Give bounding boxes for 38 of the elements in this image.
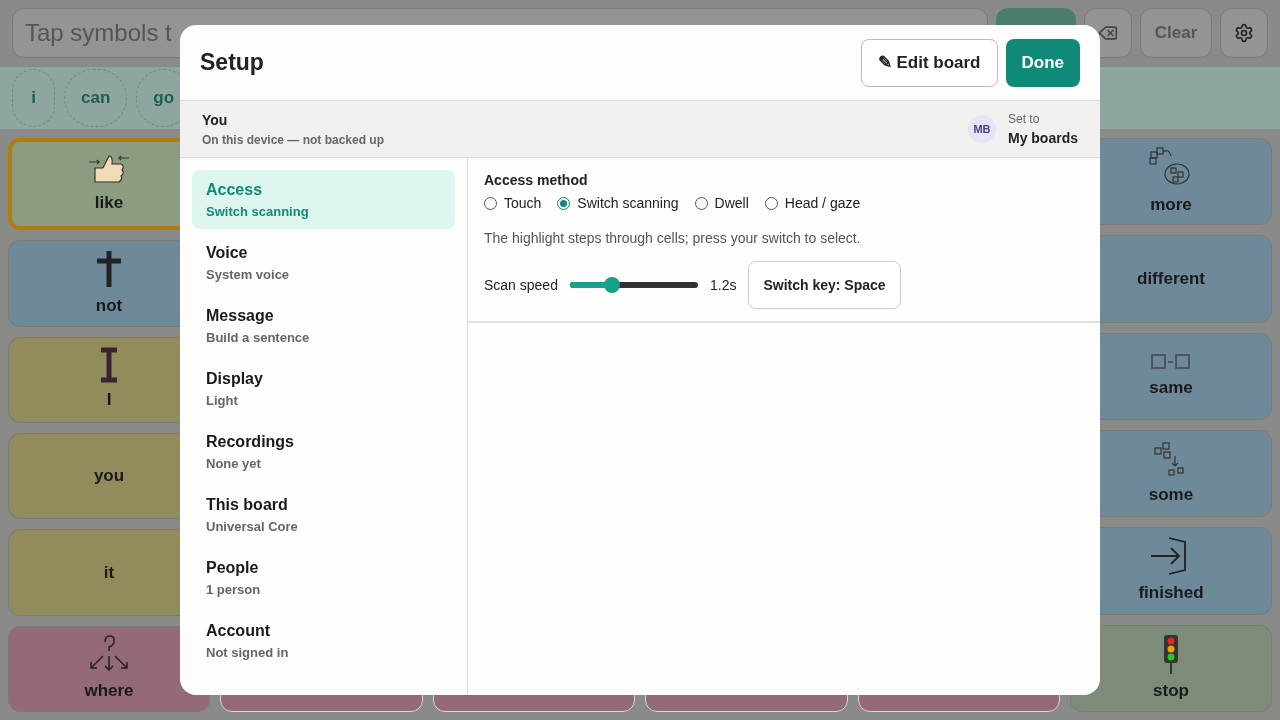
- clear-button[interactable]: Clear: [1140, 8, 1212, 58]
- cell-label: it: [103, 561, 115, 584]
- cell-label: not: [95, 294, 123, 317]
- cell-label: same: [1149, 376, 1193, 399]
- set-to-label: Set to: [1008, 110, 1041, 128]
- cell-label: some: [1148, 483, 1194, 506]
- cell-label: I: [106, 389, 112, 412]
- settings-button[interactable]: [1220, 8, 1268, 58]
- cell-label: finished: [1138, 582, 1204, 605]
- cross-icon: [95, 248, 123, 289]
- edit-board-button[interactable]: ✎ Edit board: [860, 38, 998, 87]
- settings-icon: [1234, 23, 1254, 43]
- cell-label: different: [1137, 268, 1205, 291]
- cell-label: more: [1150, 193, 1192, 216]
- dialog-title: Setup: [200, 48, 264, 78]
- cell-label: where: [84, 680, 134, 703]
- avatar: MB: [968, 115, 996, 143]
- section-heading: Access method: [484, 171, 589, 190]
- letter-shape-icon: [99, 347, 119, 384]
- speed-reading: 1.2s: [709, 275, 737, 295]
- cell-label: stop: [1153, 679, 1189, 702]
- radio-label: Head / gaze: [784, 194, 861, 213]
- speed-label: Scan speed: [484, 275, 558, 295]
- cell-label: like: [94, 192, 124, 215]
- radio-label: Switch scanning: [577, 194, 679, 213]
- radio-label: Touch: [504, 194, 542, 213]
- squares-icon: [1149, 145, 1193, 188]
- hint-text: The highlight steps through cells; press your switch to select.: [484, 229, 862, 248]
- squares-icon: [1151, 352, 1191, 371]
- settings-section-tab[interactable]: Access Switch scanning: [192, 170, 455, 229]
- profile-name: You: [202, 110, 229, 130]
- done-button[interactable]: Done: [1005, 38, 1080, 87]
- backspace-icon: [1098, 23, 1118, 43]
- traffic-light-icon: [1163, 633, 1179, 674]
- speed-slider[interactable]: [569, 277, 698, 293]
- cell-label: you: [93, 465, 125, 488]
- switch-key-button[interactable]: Switch key: Space: [748, 261, 901, 309]
- radio-label: Dwell: [714, 194, 749, 213]
